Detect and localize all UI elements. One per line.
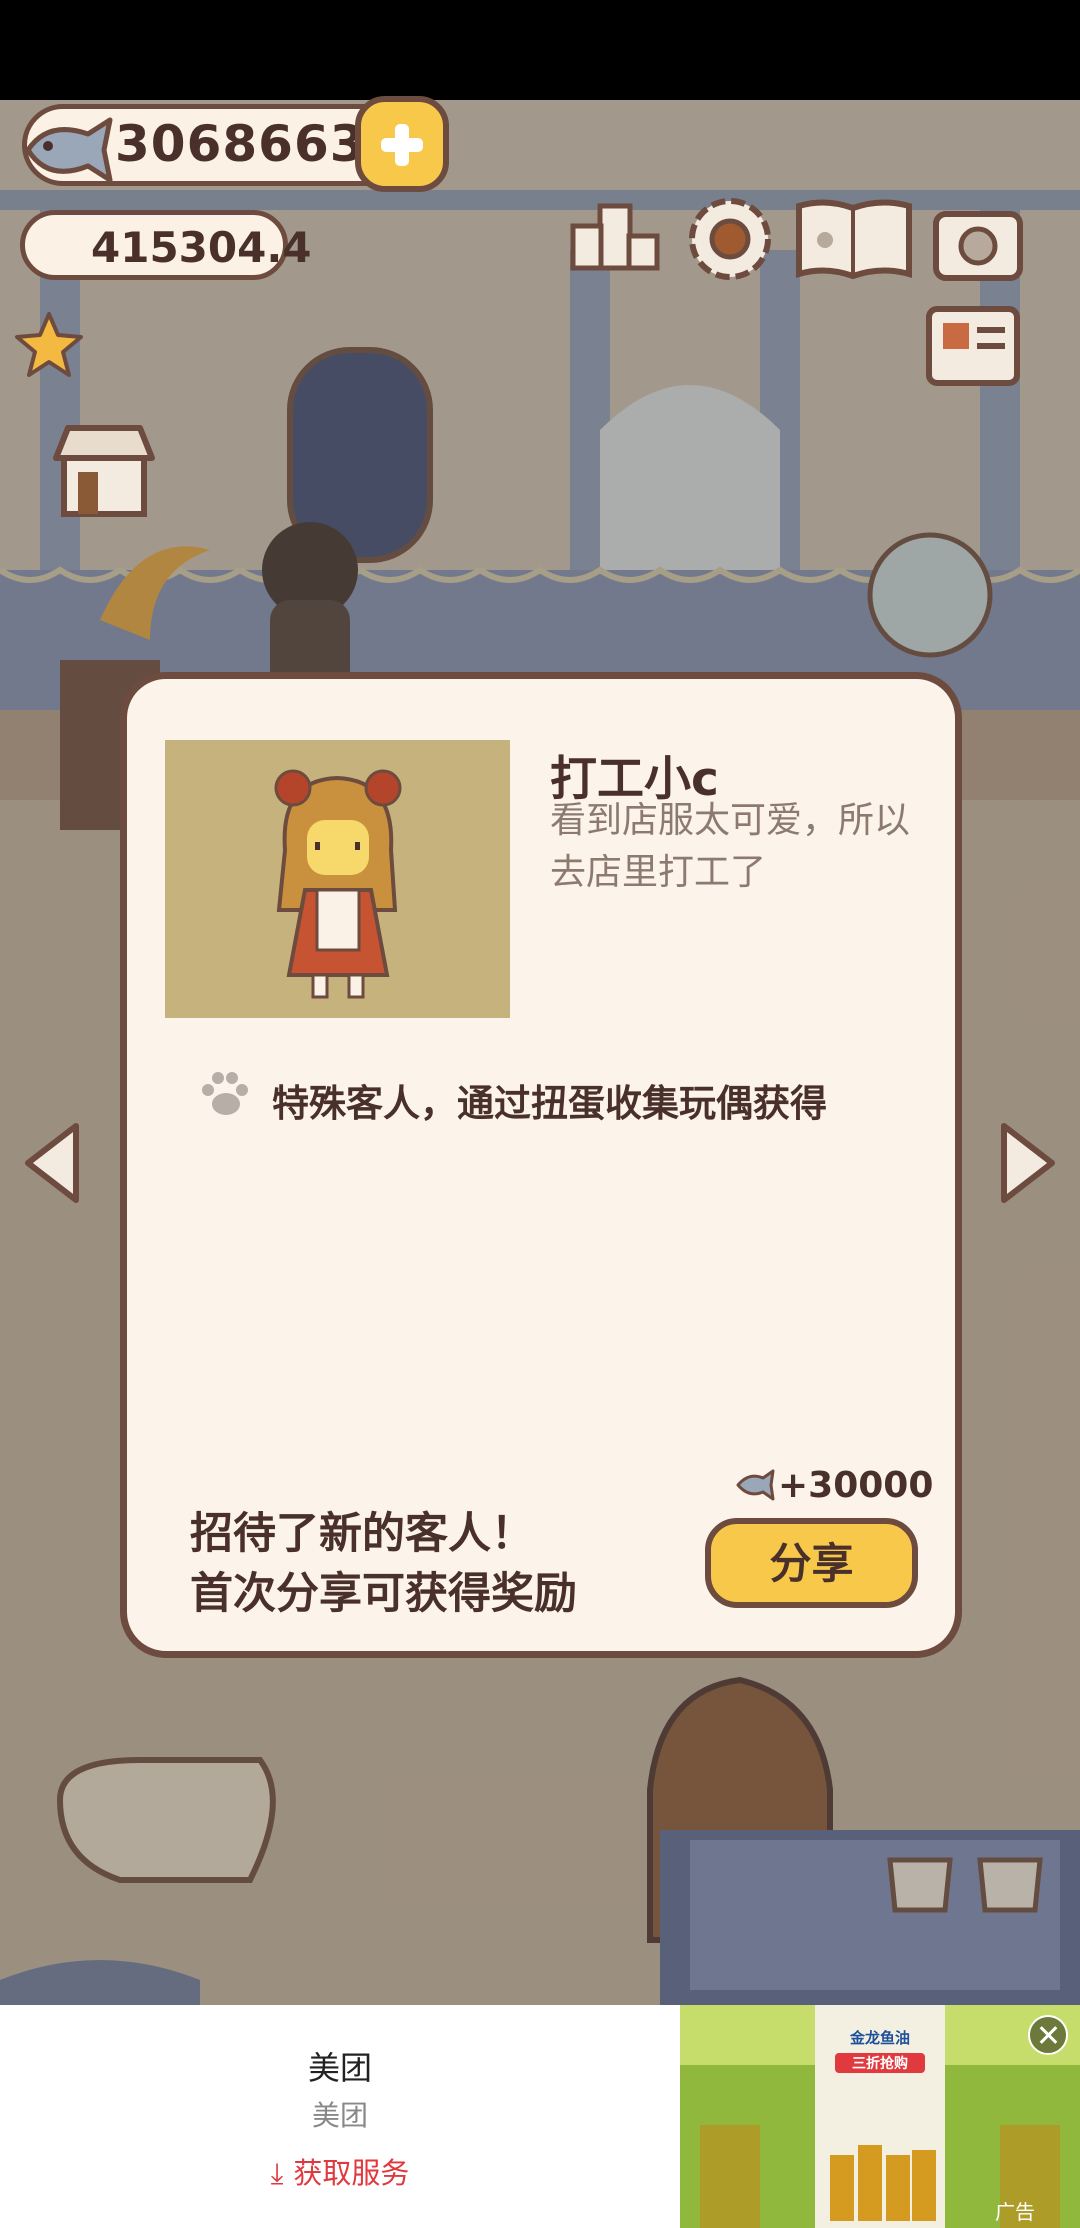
star-icon <box>15 312 83 377</box>
fish-icon <box>25 117 113 183</box>
invite-line-1: 招待了新的客人！ <box>190 1509 534 1559</box>
paw-book-icon[interactable] <box>795 196 913 284</box>
leaderboard-icon[interactable] <box>570 200 660 272</box>
camera-icon[interactable] <box>932 200 1024 282</box>
settings-gear-icon[interactable] <box>685 194 775 284</box>
guest-character-illustration <box>274 769 402 999</box>
guest-portrait <box>165 740 510 1018</box>
ad-close-button[interactable] <box>1028 2015 1068 2055</box>
ad-label: 广告 <box>995 2200 1035 2224</box>
news-icon[interactable] <box>925 303 1021 389</box>
ad-subtitle: 美团 <box>311 2099 368 2132</box>
arrow-right-icon[interactable] <box>992 1118 1062 1208</box>
ad-title: 美团 <box>307 2049 372 2087</box>
ad-product-title: 金龙鱼油 <box>849 2029 910 2047</box>
share-button-label: 分享 <box>769 1538 854 1588</box>
star-count: 415304.4 <box>91 223 312 272</box>
arrow-left-icon[interactable] <box>18 1118 88 1208</box>
star-counter: 415304.4 <box>20 210 312 280</box>
paw-icon <box>202 1072 248 1115</box>
share-reward: +30000 <box>778 1465 934 1506</box>
ad-promo: 三折抢购 <box>835 2053 925 2073</box>
ad-cta-button[interactable]: ⤓ 获取服务 <box>0 2150 680 2192</box>
status-bar <box>0 0 1080 100</box>
add-fish-button[interactable] <box>355 96 449 192</box>
invite-line-2: 首次分享可获得奖励 <box>190 1569 577 1619</box>
invite-message: 招待了新的客人！ 首次分享可获得奖励 <box>190 1504 620 1624</box>
guest-type-text: 特殊客人，通过扭蛋收集玩偶获得 <box>272 1082 827 1125</box>
guest-description: 看到店服太可爱，所以去店里打工了 <box>550 800 911 893</box>
share-button[interactable]: 分享 <box>705 1518 918 1608</box>
ad-cta-label: 获取服务 <box>293 2156 410 2190</box>
reward-fish-icon <box>736 1469 775 1501</box>
game-screen: 30686636 415304.4 打工小c 看到店服太可爱，所以去店里打工了 … <box>0 0 1080 2228</box>
ad-image[interactable]: 金龙鱼油 三折抢购 <box>680 2005 1080 2228</box>
download-icon: ⤓ <box>270 2156 284 2190</box>
shop-icon[interactable] <box>48 420 160 520</box>
